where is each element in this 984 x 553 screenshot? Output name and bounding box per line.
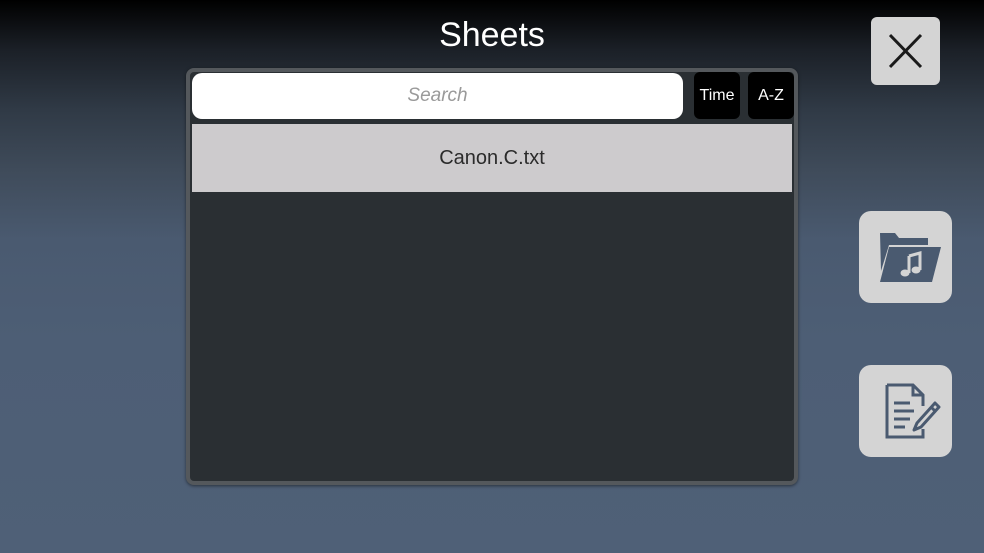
search-input[interactable]: [192, 73, 683, 119]
file-browser-panel: Time A-Z Canon.C.txt: [186, 68, 798, 485]
list-item[interactable]: Canon.C.txt: [192, 124, 792, 192]
close-icon: [888, 33, 923, 69]
file-list[interactable]: Canon.C.txt: [192, 124, 792, 479]
edit-sheet-button[interactable]: [859, 365, 952, 457]
open-music-folder-button[interactable]: [859, 211, 952, 303]
close-button[interactable]: [871, 17, 940, 85]
edit-document-icon: [885, 383, 941, 439]
sort-by-time-button[interactable]: Time: [694, 72, 740, 119]
sort-alphabetical-button[interactable]: A-Z: [748, 72, 794, 119]
music-folder-icon: [880, 233, 941, 282]
page-title: Sheets: [439, 16, 545, 54]
